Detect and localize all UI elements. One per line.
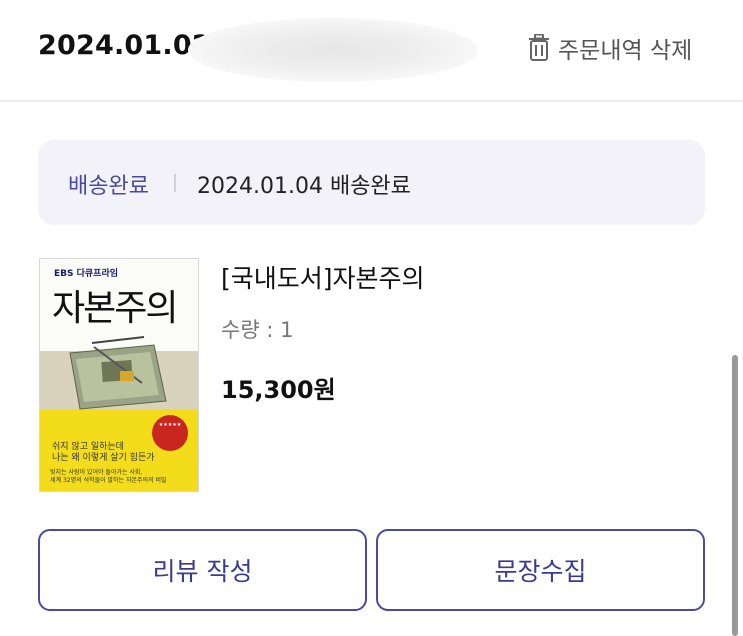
cover-subtitle: 쉬지 않고 일하는데 나는 왜 이렇게 살기 힘든가 [52,442,155,463]
blurred-order-number [188,18,478,82]
item-price: 15,300원 [221,376,336,404]
order-date: 2024.01.02 [38,30,211,61]
trash-icon [528,34,550,62]
delete-order-button[interactable]: 주문내역 삭제 [528,31,692,65]
header-divider [0,100,743,102]
delivery-status-box: 배송완료 2024.01.04 배송완료 [38,140,705,225]
order-header: 2024.01.02 주문내역 삭제 [0,0,743,100]
item-quantity: 수량 : 1 [221,318,294,342]
status-separator [174,174,176,192]
collect-sentences-button[interactable]: 문장수집 [376,529,705,611]
delete-order-label: 주문내역 삭제 [558,38,693,64]
cover-brand: EBS 다큐프라임 [54,269,119,279]
write-review-button[interactable]: 리뷰 작성 [38,529,367,611]
cover-tagline: 빚지는 사람이 있어야 돌아가는 사회, 세계 32명의 석학들이 말하는 자본… [50,469,167,484]
status-label: 배송완료 [68,174,149,199]
money-trap-illustration [69,336,167,410]
status-detail: 2024.01.04 배송완료 [197,174,411,199]
cover-sticker: ★★★★★ [152,415,188,451]
book-cover-image[interactable]: EBS 다큐프라임 자본주의 ★★★★★ 쉬지 않고 일하는데 나는 왜 이렇게… [39,258,199,492]
item-title[interactable]: [국내도서]자본주의 [221,259,425,295]
scrollbar[interactable] [732,355,738,636]
